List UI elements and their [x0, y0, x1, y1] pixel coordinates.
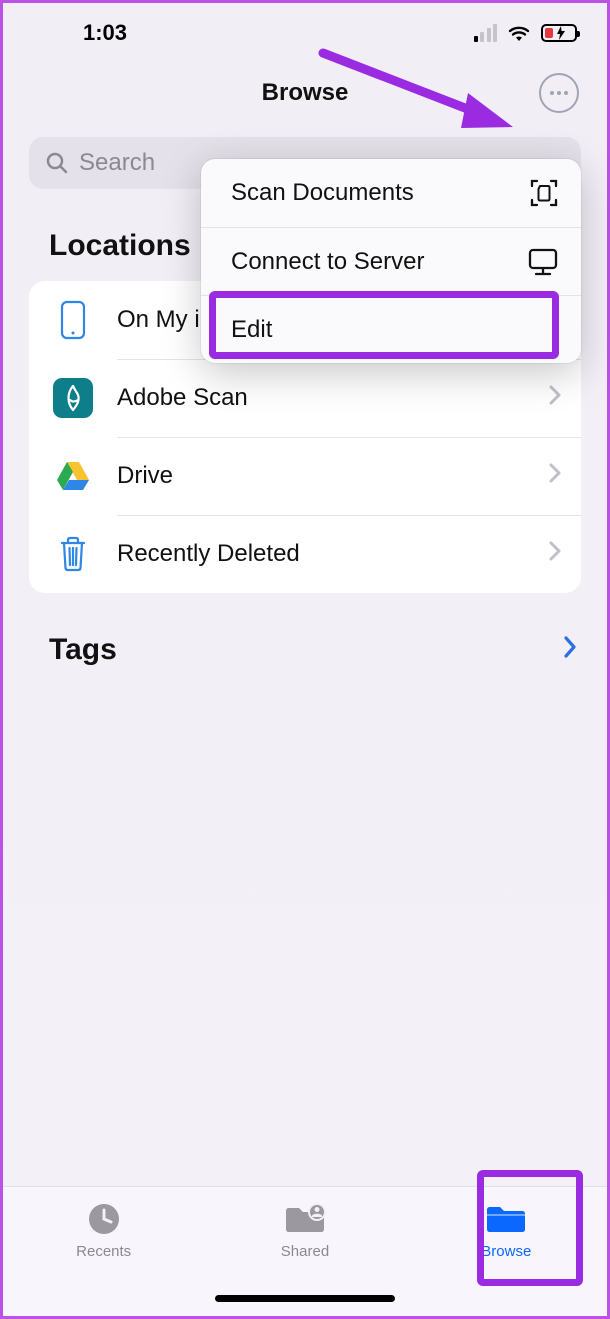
- adobe-scan-icon: [47, 378, 99, 418]
- chevron-right-icon: [563, 633, 577, 667]
- location-label: Drive: [99, 462, 549, 490]
- status-bar: 1:03: [3, 3, 607, 63]
- nav-bar: Browse: [3, 63, 607, 123]
- cellular-signal-icon: [474, 24, 498, 42]
- location-recently-deleted[interactable]: Recently Deleted: [29, 515, 581, 593]
- search-icon: [45, 151, 69, 175]
- more-options-menu: Scan Documents Connect to Server Edit: [201, 159, 581, 363]
- menu-item-edit[interactable]: Edit: [201, 295, 581, 363]
- tab-label: Browse: [481, 1243, 531, 1260]
- home-indicator[interactable]: [215, 1295, 395, 1302]
- tab-browse[interactable]: Browse: [406, 1199, 607, 1316]
- folder-icon: [484, 1199, 528, 1239]
- trash-icon: [47, 535, 99, 573]
- search-placeholder: Search: [79, 149, 155, 177]
- menu-item-scan-documents[interactable]: Scan Documents: [201, 159, 581, 227]
- chevron-right-icon: [549, 463, 561, 489]
- server-icon: [527, 247, 559, 277]
- nav-title: Browse: [262, 79, 349, 107]
- scan-doc-icon: [529, 178, 559, 208]
- chevron-right-icon: [549, 541, 561, 567]
- tab-label: Recents: [76, 1243, 131, 1260]
- chevron-right-icon: [549, 385, 561, 411]
- menu-item-connect-server[interactable]: Connect to Server: [201, 227, 581, 295]
- battery-charging-icon: [541, 24, 577, 42]
- locations-title: Locations: [49, 229, 191, 263]
- more-options-button[interactable]: [539, 73, 579, 113]
- wifi-icon: [507, 24, 531, 42]
- location-adobe-scan[interactable]: Adobe Scan: [29, 359, 581, 437]
- iphone-icon: [47, 300, 99, 340]
- status-icons: [474, 24, 578, 42]
- google-drive-icon: [47, 460, 99, 492]
- status-time: 1:03: [83, 20, 127, 46]
- clock-icon: [86, 1199, 122, 1239]
- location-drive[interactable]: Drive: [29, 437, 581, 515]
- location-label: Recently Deleted: [99, 540, 549, 568]
- tab-label: Shared: [281, 1243, 329, 1260]
- location-label: Adobe Scan: [99, 384, 549, 412]
- tab-recents[interactable]: Recents: [3, 1199, 204, 1316]
- menu-item-label: Edit: [231, 316, 272, 344]
- shared-folder-icon: [283, 1199, 327, 1239]
- menu-item-label: Scan Documents: [231, 179, 414, 207]
- tags-title: Tags: [49, 633, 117, 667]
- menu-item-label: Connect to Server: [231, 248, 424, 276]
- tags-header[interactable]: Tags: [3, 593, 607, 677]
